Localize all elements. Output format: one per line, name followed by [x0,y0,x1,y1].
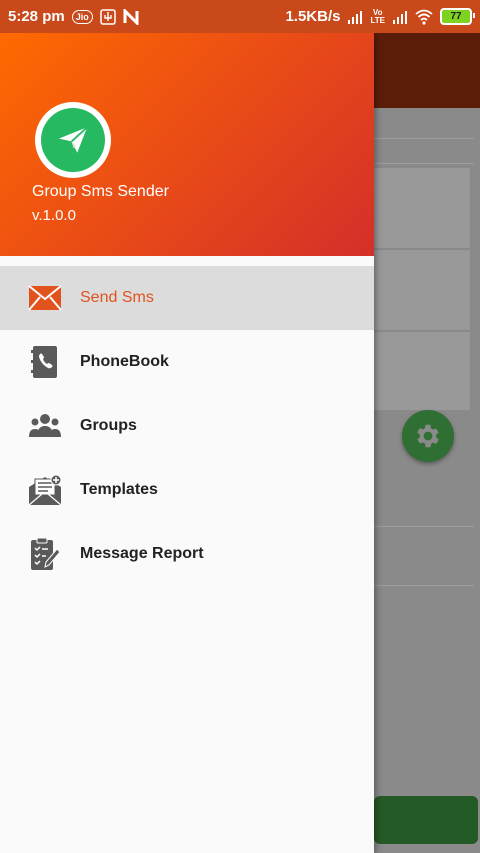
paper-plane-icon [58,126,88,153]
drawer-header: Group Sms Sender v.1.0.0 [0,33,374,256]
menu-item-groups[interactable]: Groups [0,394,374,458]
background-bottom-button[interactable] [374,796,478,844]
navigation-drawer: Group Sms Sender v.1.0.0 Send Sms PhoneB… [0,33,374,853]
drawer-menu: Send Sms PhoneBook Groups Templates Mess… [0,266,374,586]
network-speed: 1.5KB/s [285,8,341,25]
phonebook-icon [28,345,62,379]
volte-icon: Vo LTE [370,7,385,25]
status-time: 5:28 pm [8,8,65,25]
app-name: Group Sms Sender [32,183,169,200]
settings-fab[interactable] [402,410,454,462]
app-version: v.1.0.0 [32,207,76,224]
menu-label-templates: Templates [80,481,158,498]
app-logo [35,102,111,178]
menu-item-message-report[interactable]: Message Report [0,522,374,586]
templates-icon [28,473,62,507]
gear-icon [417,424,439,448]
menu-label-groups: Groups [80,417,137,434]
menu-item-send-sms[interactable]: Send Sms [0,266,374,330]
envelope-icon [28,281,62,315]
status-bar: 5:28 pm Jio 1.5KB/s Vo LTE 77 [0,0,480,33]
battery-icon: 77 [440,8,475,25]
usb-icon [99,8,116,25]
groups-icon [28,409,62,443]
signal-icon [348,10,363,24]
notification-n-icon [123,8,139,25]
menu-item-templates[interactable]: Templates [0,458,374,522]
menu-label-message-report: Message Report [80,545,204,562]
menu-item-phonebook[interactable]: PhoneBook [0,330,374,394]
report-icon [28,537,62,571]
menu-label-phonebook: PhoneBook [80,353,169,370]
signal-icon-2 [393,10,407,24]
jio-badge: Jio [71,9,93,24]
wifi-icon [415,9,433,25]
menu-label-send-sms: Send Sms [80,289,154,306]
